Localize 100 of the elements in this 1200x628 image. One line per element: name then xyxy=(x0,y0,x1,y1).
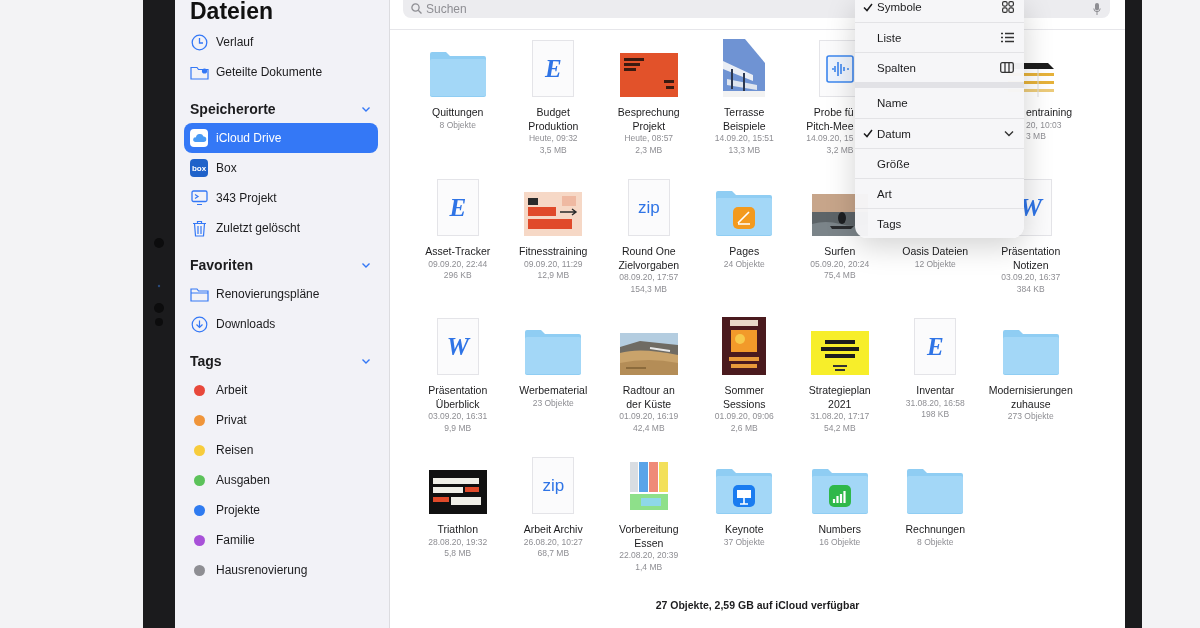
file-name[interactable]: Terrasse Beispiele xyxy=(722,106,766,133)
file-name[interactable]: Quittungen xyxy=(432,106,484,120)
cloud-icon xyxy=(190,129,208,147)
lectern-icon xyxy=(733,485,756,507)
file-name[interactable]: Asset-Tracker xyxy=(425,245,491,259)
file-date: 31.08.20, 16:58 xyxy=(905,397,965,409)
file-date: 09.09.20, 11:29 xyxy=(524,258,583,270)
tag-item[interactable]: Reisen xyxy=(184,435,378,465)
sidebar-item[interactable]: Zuletzt gelöscht xyxy=(184,213,378,243)
grid-icon xyxy=(1002,1,1014,13)
file-date: 14.09.20, 15:51 xyxy=(714,133,774,145)
file-name[interactable]: Werbematerial xyxy=(519,384,588,398)
tag-item[interactable]: Ausgaben xyxy=(184,465,378,495)
file-date: 01.09.20, 16:19 xyxy=(619,411,679,423)
file-name[interactable]: entraining xyxy=(1026,106,1073,120)
folder-icon xyxy=(428,51,487,97)
file-name[interactable]: Inventar xyxy=(916,384,955,398)
sidebar-item[interactable]: Geteilte Dokumente xyxy=(184,57,378,87)
file-name[interactable]: Oasis Dateien xyxy=(902,245,969,259)
file-name[interactable]: Surfen xyxy=(824,245,856,259)
file-size: 1,4 MB xyxy=(635,561,663,573)
file-size: 13,3 MB xyxy=(728,144,761,156)
menu-item[interactable]: Datum xyxy=(855,118,1024,148)
item-count: 23 Objekte xyxy=(532,397,574,409)
file-name[interactable]: Sommer Sessions xyxy=(722,384,766,411)
file-size: 12,9 MB xyxy=(537,270,570,282)
sidebar-item[interactable]: 343 Projekt xyxy=(184,183,378,213)
menu-item[interactable]: Größe xyxy=(855,148,1024,178)
file-size: 54,2 MB xyxy=(823,422,856,434)
section-title: Favoriten xyxy=(190,257,253,273)
file-size: 2,6 MB xyxy=(730,422,758,434)
folder-icon xyxy=(189,286,209,302)
file-date: 20, 10:03 xyxy=(1026,119,1062,131)
document-icon: E xyxy=(914,318,957,375)
sidebar-item[interactable]: Verlauf xyxy=(184,27,378,57)
tag-item[interactable]: Arbeit xyxy=(184,375,378,405)
file-name[interactable]: Modernisierungen zuhause xyxy=(988,384,1073,411)
file-name[interactable]: Numbers xyxy=(818,523,862,537)
file-date: 09.09.20, 22:44 xyxy=(428,258,488,270)
file-name[interactable]: Arbeit Archiv xyxy=(523,523,583,537)
file-name[interactable]: Besprechung Projekt xyxy=(617,106,680,133)
file-size: 68,7 MB xyxy=(537,548,570,560)
file-name[interactable]: Round One Zielvorgaben xyxy=(618,245,680,272)
file-date: 03.09.20, 16:31 xyxy=(428,411,488,423)
search-icon xyxy=(411,3,422,14)
menu-item[interactable]: Art xyxy=(855,178,1024,208)
file-name[interactable]: Pages xyxy=(729,245,760,259)
item-count: 24 Objekte xyxy=(723,258,765,270)
file-name[interactable]: Präsentation Überblick xyxy=(428,384,488,411)
tag-item[interactable]: Hausrenovierung xyxy=(184,555,378,585)
file-date: 14.09.20, 15 xyxy=(806,133,854,145)
trash-icon xyxy=(191,219,207,237)
file-name[interactable]: Budget Produktion xyxy=(528,106,579,133)
monitor-icon xyxy=(190,190,208,206)
sidebar-item[interactable]: Renovierungspläne xyxy=(184,279,378,309)
file-size: 384 KB xyxy=(1016,283,1045,295)
item-count: 8 Objekte xyxy=(917,536,954,548)
file-name[interactable]: Radtour an der Küste xyxy=(622,384,675,411)
item-count: 37 Objekte xyxy=(723,536,765,548)
file-name[interactable]: Probe fü Pitch-Mee xyxy=(806,106,854,133)
file-name[interactable]: Fitnesstraining xyxy=(519,245,588,259)
archive-icon: zip xyxy=(627,179,670,236)
file-date: 08.09.20, 17:57 xyxy=(619,272,679,284)
document-icon: W xyxy=(436,318,479,375)
menu-item[interactable]: Liste xyxy=(855,22,1024,52)
menu-item[interactable]: Name xyxy=(855,88,1024,118)
tag-item[interactable]: Projekte xyxy=(184,495,378,525)
menu-item[interactable]: Tags xyxy=(855,208,1024,238)
file-name[interactable]: Vorbereitung Essen xyxy=(618,523,679,550)
section-title: Tags xyxy=(190,353,222,369)
status-text: 27 Objekte, 2,59 GB auf iCloud verfügbar xyxy=(655,599,860,613)
file-name[interactable]: Rechnungen xyxy=(905,523,966,537)
file-name[interactable]: Keynote xyxy=(725,523,764,537)
file-size: 3,5 MB xyxy=(539,144,567,156)
sidebar-item[interactable]: Downloads xyxy=(184,309,378,339)
folder-icon xyxy=(1001,329,1060,375)
file-date: 01.09.20, 09:06 xyxy=(714,411,774,423)
sidebar-title: Dateien xyxy=(189,0,275,24)
sidebar-item[interactable]: box Box xyxy=(184,153,378,183)
sidebar-item[interactable]: iCloud Drive xyxy=(184,123,378,153)
file-size: 2,3 MB xyxy=(635,144,663,156)
file-date: Heute, 08:57 xyxy=(624,133,674,145)
file-name[interactable]: Präsentation Notizen xyxy=(1001,245,1061,272)
document-icon: E xyxy=(436,179,479,236)
file-size: 198 KB xyxy=(921,409,950,421)
document-icon: E xyxy=(532,40,575,97)
file-size: 154,3 MB xyxy=(630,283,667,295)
shared-folder-icon xyxy=(189,64,209,80)
tag-item[interactable]: Privat xyxy=(184,405,378,435)
file-date: 28.08.20, 19:32 xyxy=(428,536,488,548)
file-date: 03.09.20, 16:37 xyxy=(1001,272,1061,284)
archive-icon: zip xyxy=(532,457,575,514)
clock-icon xyxy=(190,33,208,51)
file-size: 3,2 MB xyxy=(826,144,854,156)
file-name[interactable]: Strategieplan 2021 xyxy=(808,384,871,411)
microphone-icon xyxy=(1093,3,1101,15)
file-date: 31.08.20, 17:17 xyxy=(810,411,870,423)
file-name[interactable]: Triathlon xyxy=(437,523,478,537)
file-size: 42,4 MB xyxy=(632,422,665,434)
tag-item[interactable]: Familie xyxy=(184,525,378,555)
